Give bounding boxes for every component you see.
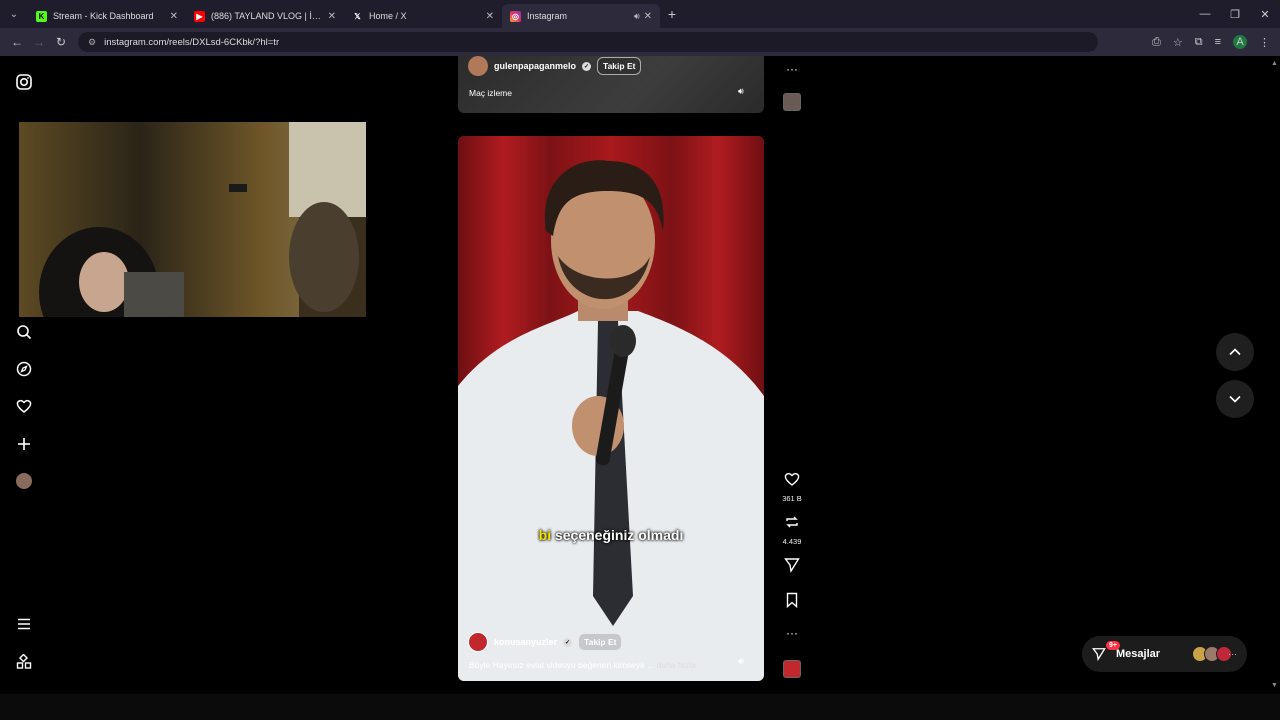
- x-icon: 𝕏: [354, 11, 361, 21]
- back-icon[interactable]: ←: [6, 35, 28, 49]
- create-plus-icon[interactable]: [14, 434, 34, 454]
- toolbar-icons: ⎙ ☆ ⧉ ≡ A ⋮: [1152, 35, 1274, 49]
- verified-badge-icon: ✓: [563, 637, 573, 647]
- reel-author: gulenpapaganmelo ✓ Takip Et: [468, 56, 642, 76]
- close-icon[interactable]: ✕: [170, 11, 178, 22]
- heart-icon: [784, 472, 800, 486]
- instagram-icon: ◎: [510, 10, 521, 22]
- browser-toolbar: ← → ↻ ⚙ instagram.com/reels/DXLsd-6CKbk/…: [0, 28, 1280, 56]
- restore-icon[interactable]: ❐: [1220, 8, 1250, 21]
- caption-text: Böyle Hayırsız evlat videoyu beğenen kim…: [469, 660, 655, 670]
- messages-button[interactable]: 9+ Mesajlar ···: [1082, 636, 1247, 672]
- reel-username[interactable]: gulenpapaganmelo: [494, 61, 576, 71]
- audio-thumbnail[interactable]: [783, 93, 801, 111]
- sound-icon[interactable]: 🔊︎: [738, 86, 744, 97]
- browser-tab-bar: ⌄ K Stream - Kick Dashboard ✕ ▶ (886) TA…: [0, 0, 1280, 28]
- close-icon[interactable]: ✕: [328, 11, 336, 22]
- tab-search-icon[interactable]: ⌄: [0, 0, 28, 28]
- video-subtitle: bi seçeneğiniz olmadı: [458, 527, 764, 543]
- tab-title: Home / X: [369, 11, 407, 21]
- chevron-down-icon: [1229, 395, 1241, 403]
- message-avatars: ···: [1192, 646, 1237, 662]
- reel-previous[interactable]: gulenpapaganmelo ✓ Takip Et Maç izleme 🔊…: [458, 56, 764, 113]
- explore-compass-icon[interactable]: [14, 359, 34, 379]
- chevron-up-icon: [1229, 348, 1241, 356]
- heart-notifications-icon[interactable]: [14, 396, 34, 416]
- search-icon[interactable]: [14, 322, 34, 342]
- browser-tab[interactable]: 𝕏 Home / X ✕: [344, 4, 502, 28]
- scroll-up-icon[interactable]: ▲: [1271, 60, 1278, 67]
- reload-icon[interactable]: ↻: [50, 35, 72, 49]
- site-info-icon[interactable]: ⚙: [88, 37, 96, 48]
- tab-title: (886) TAYLAND VLOG | İLK GÜN: [211, 11, 324, 21]
- new-tab-button[interactable]: +: [660, 6, 684, 22]
- reel-caption[interactable]: Maç izleme: [469, 88, 512, 98]
- page-bottom-strip: [0, 694, 1280, 720]
- author-avatar[interactable]: [468, 56, 488, 76]
- browser-tab[interactable]: ▶ (886) TAYLAND VLOG | İLK GÜN ✕: [186, 4, 344, 28]
- reel-author: konusanyuzler ✓ Takip Et: [468, 632, 623, 652]
- close-icon[interactable]: ✕: [644, 11, 652, 22]
- author-avatar[interactable]: [468, 632, 488, 652]
- follow-button[interactable]: Takip Et: [578, 633, 623, 651]
- install-app-icon[interactable]: ⎙: [1152, 36, 1161, 49]
- more-icon: ···: [1228, 649, 1237, 659]
- more-link[interactable]: daha fazla: [657, 660, 696, 670]
- instagram-page: gulenpapaganmelo ✓ Takip Et Maç izleme 🔊…: [0, 56, 1280, 694]
- previous-reel-button[interactable]: [1216, 333, 1254, 371]
- page-scrollbar[interactable]: ▲ ▼: [1270, 56, 1280, 694]
- close-icon[interactable]: ✕: [486, 11, 494, 22]
- extensions-icon[interactable]: ⧉: [1195, 36, 1203, 49]
- browser-menu-icon[interactable]: ⋮: [1259, 36, 1270, 49]
- hamburger-menu-icon[interactable]: [14, 614, 34, 634]
- subtitle-highlight: bi: [538, 527, 552, 543]
- close-window-icon[interactable]: ✕: [1250, 8, 1280, 21]
- unread-badge: 9+: [1106, 641, 1120, 650]
- bookmark-star-icon[interactable]: ☆: [1173, 36, 1183, 49]
- webcam-overlay: [19, 122, 366, 317]
- speaker-icon[interactable]: 🔊︎: [634, 11, 640, 22]
- send-icon: [1092, 648, 1106, 661]
- reel-video-frame: [458, 136, 764, 681]
- sound-icon[interactable]: 🔊︎: [738, 656, 744, 667]
- profile-avatar[interactable]: A: [1233, 35, 1247, 49]
- instagram-logo-icon[interactable]: [14, 72, 34, 92]
- more-apps-icon[interactable]: [14, 652, 34, 672]
- more-options-icon[interactable]: ···: [777, 624, 807, 642]
- tab-title: Instagram: [527, 11, 568, 21]
- next-reel-button[interactable]: [1216, 380, 1254, 418]
- reel-current[interactable]: bi seçeneğiniz olmadı konusanyuzler ✓ Ta…: [458, 136, 764, 681]
- window-controls: — ❐ ✕: [1190, 8, 1280, 21]
- follow-button[interactable]: Takip Et: [597, 57, 642, 75]
- bookmark-icon: [786, 592, 798, 609]
- audio-thumbnail[interactable]: [783, 660, 801, 678]
- browser-tab-active[interactable]: ◎ Instagram 🔊︎ ✕: [502, 4, 660, 28]
- share-button[interactable]: [777, 557, 807, 578]
- repost-count: 4.439: [782, 537, 802, 546]
- verified-badge-icon: ✓: [582, 61, 592, 71]
- subtitle-text: seçeneğiniz olmadı: [554, 527, 684, 543]
- forward-icon[interactable]: →: [28, 35, 50, 49]
- url-text: instagram.com/reels/DXLsd-6CKbk/?hl=tr: [104, 36, 280, 48]
- save-button[interactable]: [777, 592, 807, 613]
- youtube-icon: ▶: [194, 10, 205, 22]
- like-count: 361 B: [782, 494, 802, 503]
- tab-title: Stream - Kick Dashboard: [53, 11, 154, 21]
- address-bar[interactable]: ⚙ instagram.com/reels/DXLsd-6CKbk/?hl=tr: [78, 32, 1098, 52]
- browser-tab[interactable]: K Stream - Kick Dashboard ✕: [28, 4, 186, 28]
- reel-username[interactable]: konusanyuzler: [494, 637, 557, 647]
- repost-icon: [786, 516, 798, 528]
- profile-avatar[interactable]: [16, 473, 32, 489]
- kick-icon: K: [36, 10, 47, 22]
- media-control-icon[interactable]: ≡: [1215, 36, 1221, 48]
- more-options-icon[interactable]: ···: [777, 60, 807, 78]
- scroll-down-icon[interactable]: ▼: [1271, 682, 1278, 689]
- repost-button[interactable]: 4.439: [777, 514, 807, 546]
- send-icon: [784, 558, 800, 573]
- minimize-icon[interactable]: —: [1190, 8, 1220, 21]
- like-button[interactable]: 361 B: [777, 471, 807, 503]
- messages-label: Mesajlar: [1116, 648, 1161, 660]
- reel-caption[interactable]: Böyle Hayırsız evlat videoyu beğenen kim…: [469, 660, 696, 670]
